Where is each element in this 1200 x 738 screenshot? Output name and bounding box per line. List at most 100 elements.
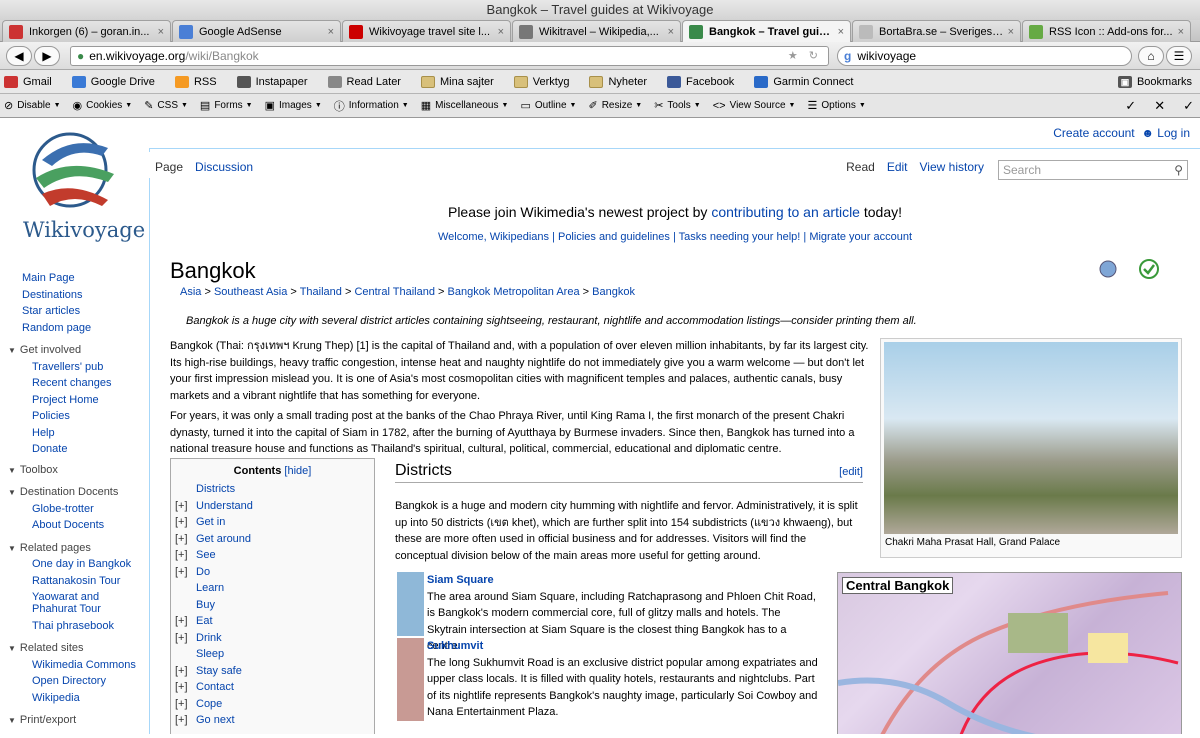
- check-icon[interactable]: ✓: [1183, 98, 1194, 114]
- contribute-link[interactable]: contributing to an article: [711, 204, 860, 220]
- bookmark-1[interactable]: Google Drive: [71, 75, 155, 88]
- sidebar-link[interactable]: Main Page: [22, 270, 150, 287]
- globe-icon[interactable]: [1099, 260, 1117, 278]
- sidebar-link[interactable]: Phahurat Tour: [32, 601, 150, 618]
- back-button[interactable]: ◀: [6, 45, 32, 66]
- toc-item[interactable]: Districts: [171, 481, 374, 498]
- close-tab-icon[interactable]: ×: [158, 26, 164, 38]
- sidebar-link[interactable]: Random page: [22, 320, 150, 337]
- devtool-outline[interactable]: ▭ Outline ▼: [520, 99, 576, 112]
- devtool-information[interactable]: ⓘ Information ▼: [334, 98, 409, 114]
- sidebar-link[interactable]: Project Home: [32, 392, 150, 409]
- tab-history[interactable]: View history: [914, 152, 990, 178]
- sidebar-link[interactable]: Open Directory: [32, 673, 150, 690]
- tab-4[interactable]: Bangkok – Travel guid... ×: [682, 20, 851, 42]
- tab-2[interactable]: Wikivoyage travel site l... ×: [342, 20, 511, 42]
- breadcrumb-link[interactable]: Bangkok Metropolitan Area: [448, 286, 580, 298]
- sidebar-link[interactable]: One day in Bangkok: [32, 556, 150, 573]
- bookmark-2[interactable]: RSS: [174, 75, 217, 88]
- sidebar-heading[interactable]: ▼ Print/export: [8, 712, 150, 729]
- breadcrumb-link[interactable]: Southeast Asia: [214, 286, 287, 298]
- toc-expand[interactable]: [+]: [175, 564, 196, 581]
- sidebar-heading[interactable]: ▼ Toolbox: [8, 462, 150, 479]
- toc-expand[interactable]: [+]: [175, 696, 196, 713]
- sidebar-link[interactable]: Wikipedia: [32, 690, 150, 707]
- sidebar-heading[interactable]: ▼ Destination Docents: [8, 484, 150, 501]
- magnifier-icon[interactable]: ⚲: [1174, 163, 1183, 177]
- check-icon[interactable]: ✓: [1125, 98, 1136, 114]
- sidebar-heading[interactable]: ▼ Related pages: [8, 540, 150, 557]
- close-tab-icon[interactable]: ×: [1178, 26, 1184, 38]
- create-account-link[interactable]: Create account: [1053, 126, 1134, 140]
- sidebar-link[interactable]: Globe-trotter: [32, 501, 150, 518]
- devtool-view-source[interactable]: <> View Source ▼: [713, 100, 796, 112]
- close-tab-icon[interactable]: ×: [668, 26, 674, 38]
- sidebar-heading[interactable]: ▼ Related sites: [8, 640, 150, 657]
- devtool-cookies[interactable]: ◉ Cookies ▼: [73, 99, 133, 112]
- tab-5[interactable]: BortaBra.se – Sveriges ... ×: [852, 20, 1021, 42]
- sidebar-link[interactable]: Yaowarat and: [32, 589, 150, 603]
- home-icon[interactable]: ⌂: [1138, 45, 1164, 66]
- tab-page[interactable]: Page: [149, 152, 190, 178]
- bookmark-3[interactable]: Instapaper: [236, 75, 308, 88]
- close-tab-icon[interactable]: ×: [838, 26, 844, 38]
- menu-icon[interactable]: ☰: [1166, 45, 1192, 66]
- login-link[interactable]: Log in: [1157, 126, 1190, 140]
- toc-expand[interactable]: [+]: [175, 613, 196, 630]
- toc-item[interactable]: Buy: [171, 597, 374, 614]
- sidebar-link[interactable]: Policies: [32, 408, 150, 425]
- toc-item[interactable]: [+] Stay safe: [171, 663, 374, 680]
- sidebar-link[interactable]: Donate: [32, 441, 150, 458]
- toc-expand[interactable]: [+]: [175, 663, 196, 680]
- close-icon[interactable]: ✕: [1154, 98, 1165, 114]
- bookmark-4[interactable]: Read Later: [327, 75, 401, 88]
- toc-item[interactable]: [+] Eat: [171, 613, 374, 630]
- toc-item[interactable]: Learn: [171, 580, 374, 597]
- toc-item[interactable]: Sleep: [171, 646, 374, 663]
- tab-discussion[interactable]: Discussion: [189, 152, 259, 178]
- toc-expand[interactable]: [+]: [175, 514, 196, 531]
- toc-expand[interactable]: [+]: [175, 547, 196, 564]
- toc-hide-link[interactable]: [hide]: [284, 465, 311, 477]
- wiki-search-input[interactable]: Search ⚲: [998, 160, 1188, 180]
- grand-palace-photo[interactable]: Chakri Maha Prasat Hall, Grand Palace: [880, 338, 1182, 558]
- bookmark-5[interactable]: Mina sajter: [420, 75, 494, 88]
- breadcrumb-link[interactable]: Asia: [180, 286, 201, 298]
- toc-expand[interactable]: [+]: [175, 712, 196, 729]
- devtool-images[interactable]: ▣ Images ▼: [265, 99, 322, 112]
- district-name[interactable]: Siam Square: [427, 572, 822, 589]
- devtool-tools[interactable]: ✂ Tools ▼: [654, 99, 701, 112]
- breadcrumb-link[interactable]: Central Thailand: [354, 286, 435, 298]
- sidebar-link[interactable]: Thai phrasebook: [32, 618, 150, 635]
- breadcrumb-link[interactable]: Bangkok: [592, 286, 635, 298]
- forward-button[interactable]: ▶: [34, 45, 60, 66]
- url-bar[interactable]: ● en.wikivoyage.org/wiki/Bangkok ★ ↻: [70, 45, 829, 66]
- sidebar-link[interactable]: Recent changes: [32, 375, 150, 392]
- toc-item[interactable]: [+] Cope: [171, 696, 374, 713]
- tab-0[interactable]: Inkorgen (6) – goran.in... ×: [2, 20, 171, 42]
- bookmark-0[interactable]: Gmail: [4, 75, 52, 88]
- sidebar-heading[interactable]: ▼ Get involved: [8, 342, 150, 359]
- sidebar-link[interactable]: Destinations: [22, 287, 150, 304]
- close-tab-icon[interactable]: ×: [328, 26, 334, 38]
- sidebar-link[interactable]: Rattanakosin Tour: [32, 573, 150, 590]
- sitenotice-links[interactable]: Welcome, Wikipedians | Policies and guid…: [150, 231, 1200, 243]
- toc-item[interactable]: [+] Get in: [171, 514, 374, 531]
- toc-item[interactable]: [+] See: [171, 547, 374, 564]
- close-tab-icon[interactable]: ×: [498, 26, 504, 38]
- devtool-disable[interactable]: ⊘ Disable ▼: [4, 99, 61, 112]
- devtool-resize[interactable]: ✐ Resize ▼: [588, 99, 642, 112]
- devtool-css[interactable]: ✎ CSS ▼: [144, 99, 188, 112]
- tab-3[interactable]: Wikitravel – Wikipedia,... ×: [512, 20, 681, 42]
- toc-expand[interactable]: [+]: [175, 531, 196, 548]
- tab-edit[interactable]: Edit: [881, 152, 914, 178]
- bookmark-9[interactable]: Garmin Connect: [754, 75, 853, 88]
- toc-item[interactable]: [+] Do: [171, 564, 374, 581]
- bookmark-6[interactable]: Verktyg: [513, 75, 569, 88]
- toc-item[interactable]: [+] Get around: [171, 531, 374, 548]
- toc-item[interactable]: [+] Understand: [171, 498, 374, 515]
- toc-expand[interactable]: [+]: [175, 679, 196, 696]
- bookmark-7[interactable]: Nyheter: [589, 75, 647, 88]
- edit-section-link[interactable]: [edit]: [839, 466, 863, 478]
- tab-1[interactable]: Google AdSense ×: [172, 20, 341, 42]
